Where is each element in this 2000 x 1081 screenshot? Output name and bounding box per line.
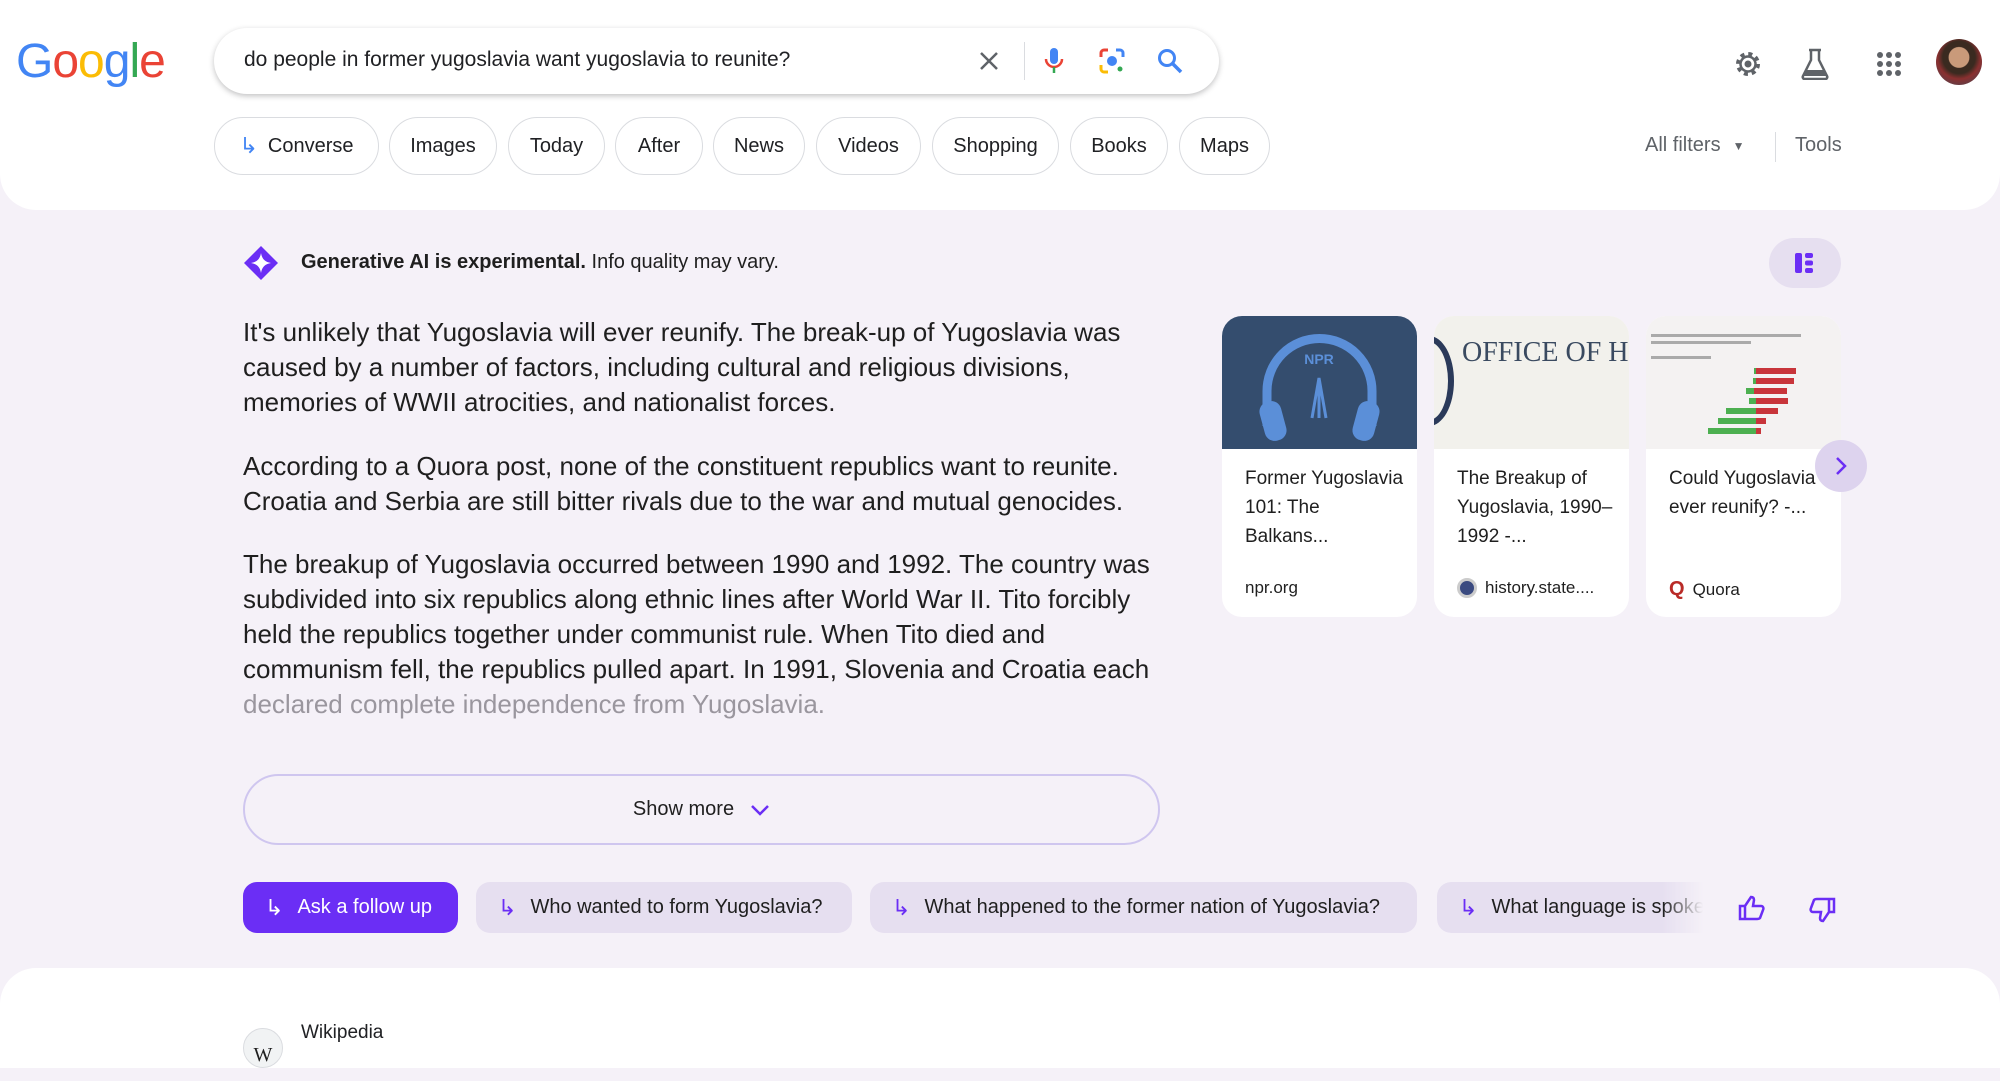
results-panel: W Wikipedia <box>0 968 2000 1068</box>
suggestion-label: What language is spoke <box>1491 896 1703 918</box>
tab-converse[interactable]: ↳ Converse <box>214 117 379 175</box>
search-box[interactable]: do people in former yugoslavia want yugo… <box>214 28 1219 94</box>
avatar[interactable] <box>1936 39 1982 85</box>
suggestion-label: What happened to the former nation of Yu… <box>924 896 1380 918</box>
wikipedia-icon: W <box>243 1028 283 1068</box>
source-card[interactable]: OFFICE OF HISTORY The Breakup of Yugosla… <box>1434 316 1629 617</box>
microphone-icon[interactable] <box>1036 43 1072 79</box>
thumbnail-text: OFFICE OF HISTORY <box>1462 337 1629 368</box>
disclaimer-rest: Info quality may vary. <box>585 251 780 273</box>
card-title: The Breakup of Yugoslavia, 1990–1992 -..… <box>1457 468 1613 547</box>
card-title: Former Yugoslavia 101: The Balkans... <box>1245 468 1404 547</box>
follow-up-arrow-icon: ↳ <box>239 133 258 158</box>
tab-images[interactable]: Images <box>389 117 497 175</box>
caret-down-icon: ▼ <box>1732 138 1745 153</box>
labs-flask-icon[interactable] <box>1795 44 1835 84</box>
divider <box>1775 132 1776 162</box>
tab-label: Converse <box>267 134 354 157</box>
layout-toggle-button[interactable] <box>1769 238 1841 288</box>
ai-faded-line: declared complete independence from Yugo… <box>243 689 826 719</box>
card-source: npr.org <box>1245 578 1298 598</box>
ask-label: Ask a follow up <box>297 896 432 918</box>
tools-button[interactable]: Tools <box>1795 134 1842 157</box>
poll-chart-thumbnail <box>1646 316 1841 449</box>
settings-icon[interactable] <box>1728 44 1768 84</box>
follow-up-arrow-icon: ↳ <box>892 894 911 920</box>
apps-grid-icon[interactable] <box>1869 44 1909 84</box>
svg-text:NPR: NPR <box>1304 351 1334 367</box>
chevron-right-icon <box>1836 457 1847 475</box>
tab-videos[interactable]: Videos <box>816 117 921 175</box>
show-more-label: Show more <box>632 798 735 820</box>
tab-shopping[interactable]: Shopping <box>932 117 1059 175</box>
follow-up-arrow-icon: ↳ <box>498 894 517 920</box>
tab-news[interactable]: News <box>713 117 805 175</box>
ask-follow-up-button[interactable]: ↳ Ask a follow up <box>243 882 458 933</box>
tab-today[interactable]: Today <box>508 117 605 175</box>
card-title: Could Yugoslavia ever reunify? -... <box>1669 468 1816 518</box>
all-filters-dropdown[interactable]: All filters ▼ <box>1645 134 1744 157</box>
source-name: Quora <box>1692 579 1740 599</box>
tab-books[interactable]: Books <box>1070 117 1168 175</box>
disclaimer-bold: Generative AI is experimental. <box>301 251 586 273</box>
cards-next-button[interactable] <box>1815 440 1867 492</box>
follow-up-suggestion[interactable]: ↳ Who wanted to form Yugoslavia? <box>476 882 852 933</box>
chevron-down-icon <box>751 804 769 816</box>
office-of-history-thumbnail: OFFICE OF HISTORY <box>1434 316 1629 449</box>
close-icon[interactable] <box>971 43 1007 79</box>
suggestion-label: Who wanted to form Yugoslavia? <box>530 896 823 918</box>
follow-up-suggestion[interactable]: ↳ What happened to the former nation of Y… <box>870 882 1417 933</box>
ai-paragraph: According to a Quora post, none of the c… <box>243 451 1124 516</box>
show-more-button[interactable]: Show more <box>243 774 1160 845</box>
result-site-name[interactable]: Wikipedia <box>301 1022 383 1044</box>
card-source: history.state.... <box>1457 578 1594 598</box>
source-card[interactable]: NPR Former Yugoslavia 101: The Balkans..… <box>1222 316 1417 617</box>
tab-after[interactable]: After <box>615 117 703 175</box>
divider <box>1024 42 1025 80</box>
lens-icon[interactable] <box>1094 43 1130 79</box>
npr-thumbnail: NPR <box>1222 316 1417 449</box>
layout-icon <box>1795 253 1813 273</box>
header: Google do people in former yugoslavia wa… <box>0 0 2000 210</box>
source-card[interactable]: Could Yugoslavia ever reunify? -... Q Quo… <box>1646 316 1841 617</box>
state-seal-icon <box>1457 578 1477 598</box>
search-input[interactable]: do people in former yugoslavia want yugo… <box>244 48 790 72</box>
search-icon[interactable] <box>1152 43 1188 79</box>
ai-paragraph: It's unlikely that Yugoslavia will ever … <box>243 317 1121 417</box>
thumbs-down-icon[interactable] <box>1809 896 1837 929</box>
thumbs-up-icon[interactable] <box>1737 894 1765 927</box>
card-source: Q Quora <box>1669 578 1740 601</box>
google-logo[interactable]: Google <box>16 34 166 89</box>
follow-up-arrow-icon: ↳ <box>265 894 284 920</box>
tab-maps[interactable]: Maps <box>1179 117 1270 175</box>
ai-sparkle-icon <box>242 244 280 287</box>
all-filters-label: All filters <box>1645 134 1721 156</box>
ai-disclaimer: Generative AI is experimental. Info qual… <box>301 251 779 274</box>
quora-icon: Q <box>1669 578 1685 600</box>
source-name: npr.org <box>1245 578 1298 597</box>
ai-paragraph: The breakup of Yugoslavia occurred betwe… <box>243 549 1150 684</box>
follow-up-suggestion[interactable]: ↳ What language is spoke <box>1437 882 1703 933</box>
source-name: history.state.... <box>1485 578 1595 597</box>
follow-up-arrow-icon: ↳ <box>1459 894 1478 920</box>
